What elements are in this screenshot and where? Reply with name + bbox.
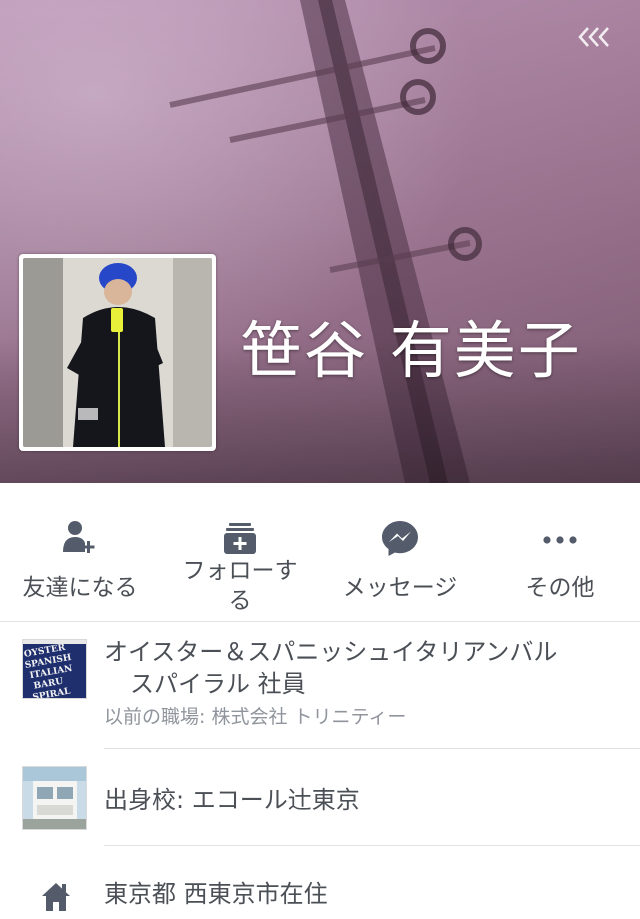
- more-icon: [538, 518, 582, 558]
- messenger-icon: [378, 518, 422, 558]
- add-friend-label: 友達になる: [22, 575, 138, 601]
- home-icon: [40, 881, 72, 915]
- workplace-line1: オイスター＆スパニッシュイタリアンバル: [104, 638, 558, 666]
- message-button[interactable]: メッセージ: [320, 510, 480, 621]
- divider: [104, 748, 640, 749]
- chevron-back-icon[interactable]: [574, 22, 618, 52]
- school-name: 出身校: エコール辻東京: [104, 786, 360, 814]
- work-row[interactable]: OYSTER SPANISH ITALIAN BARU SPIRAL オイスター…: [0, 622, 640, 749]
- school-photo: [22, 766, 87, 830]
- lives-in: 東京都 西東京市在住: [104, 880, 328, 908]
- education-row[interactable]: 出身校: エコール辻東京: [0, 750, 640, 846]
- cover-photo[interactable]: 笹谷 有美子: [0, 0, 640, 483]
- location-row[interactable]: 東京都 西東京市在住: [0, 847, 640, 919]
- work-text: オイスター＆スパニッシュイタリアンバル スパイラル 社員 以前の職場: 株式会社…: [104, 636, 620, 730]
- follow-label: フォローする: [182, 558, 298, 614]
- profile-name: 笹谷 有美子: [240, 314, 582, 387]
- workplace-logo: OYSTER SPANISH ITALIAN BARU SPIRAL: [22, 639, 87, 699]
- profile-picture[interactable]: [19, 254, 216, 451]
- previous-workplace: 以前の職場: 株式会社 トリニティー: [104, 706, 407, 728]
- follow-icon: [218, 518, 262, 558]
- education-text: 出身校: エコール辻東京: [104, 784, 620, 816]
- more-label: その他: [525, 575, 595, 601]
- add-friend-button[interactable]: 友達になる: [0, 510, 160, 621]
- divider: [104, 845, 640, 846]
- more-button[interactable]: その他: [480, 510, 640, 621]
- add-friend-icon: [58, 518, 102, 558]
- message-label: メッセージ: [342, 575, 458, 601]
- follow-button[interactable]: フォローする: [160, 510, 320, 621]
- avatar: [23, 258, 212, 447]
- profile-actions: 友達になる フォローする メッセージ その他: [0, 510, 640, 622]
- workplace-name: オイスター＆スパニッシュイタリアンバル スパイラル 社員: [104, 636, 620, 700]
- location-text: 東京都 西東京市在住: [104, 878, 620, 910]
- workplace-line2: スパイラル 社員: [130, 670, 306, 698]
